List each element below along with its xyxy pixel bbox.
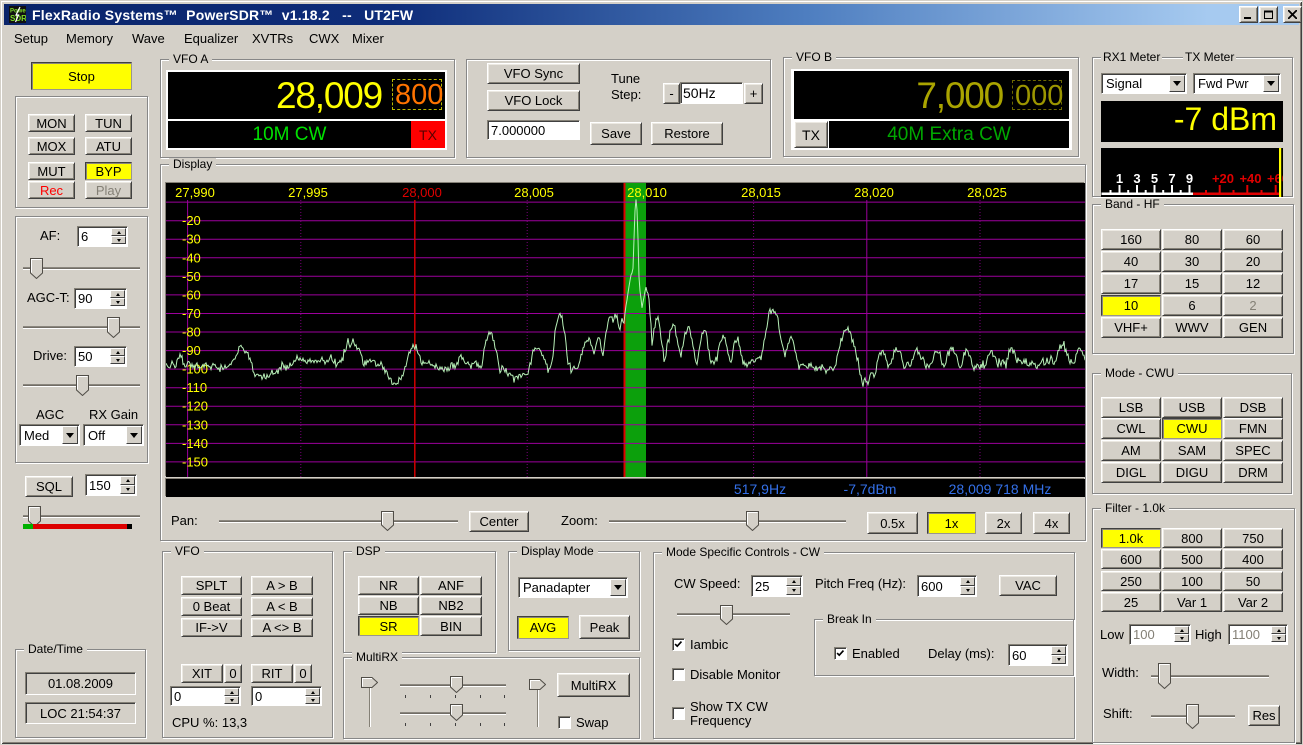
- svg-text:-70: -70: [182, 306, 201, 321]
- svg-text:-110: -110: [182, 380, 207, 395]
- svg-text:9: 9: [1186, 171, 1193, 186]
- svg-text:-30: -30: [182, 232, 201, 247]
- svg-text:-120: -120: [182, 399, 208, 414]
- svg-text:-50: -50: [182, 269, 201, 284]
- svg-text:28,020: 28,020: [854, 185, 894, 200]
- svg-text:28,025: 28,025: [967, 185, 1007, 200]
- svg-text:-90: -90: [182, 343, 201, 358]
- svg-text:-150: -150: [182, 454, 208, 469]
- svg-text:5: 5: [1151, 171, 1158, 186]
- svg-text:-20: -20: [182, 213, 201, 228]
- svg-text:7: 7: [1168, 171, 1175, 186]
- svg-text:1: 1: [1116, 171, 1123, 186]
- svg-text:28,005: 28,005: [514, 185, 554, 200]
- svg-text:-60: -60: [182, 287, 201, 302]
- svg-text:+40: +40: [1239, 171, 1261, 186]
- svg-text:27,995: 27,995: [288, 185, 328, 200]
- svg-text:-130: -130: [182, 417, 208, 432]
- svg-text:28,000: 28,000: [402, 185, 442, 200]
- svg-text:-40: -40: [182, 250, 201, 265]
- svg-text:+20: +20: [1212, 171, 1234, 186]
- svg-text:28,010: 28,010: [627, 185, 667, 200]
- svg-text:-140: -140: [182, 436, 208, 451]
- svg-text:28,015: 28,015: [741, 185, 781, 200]
- svg-text:27,990: 27,990: [175, 185, 215, 200]
- svg-text:-80: -80: [182, 325, 201, 340]
- svg-text:3: 3: [1133, 171, 1140, 186]
